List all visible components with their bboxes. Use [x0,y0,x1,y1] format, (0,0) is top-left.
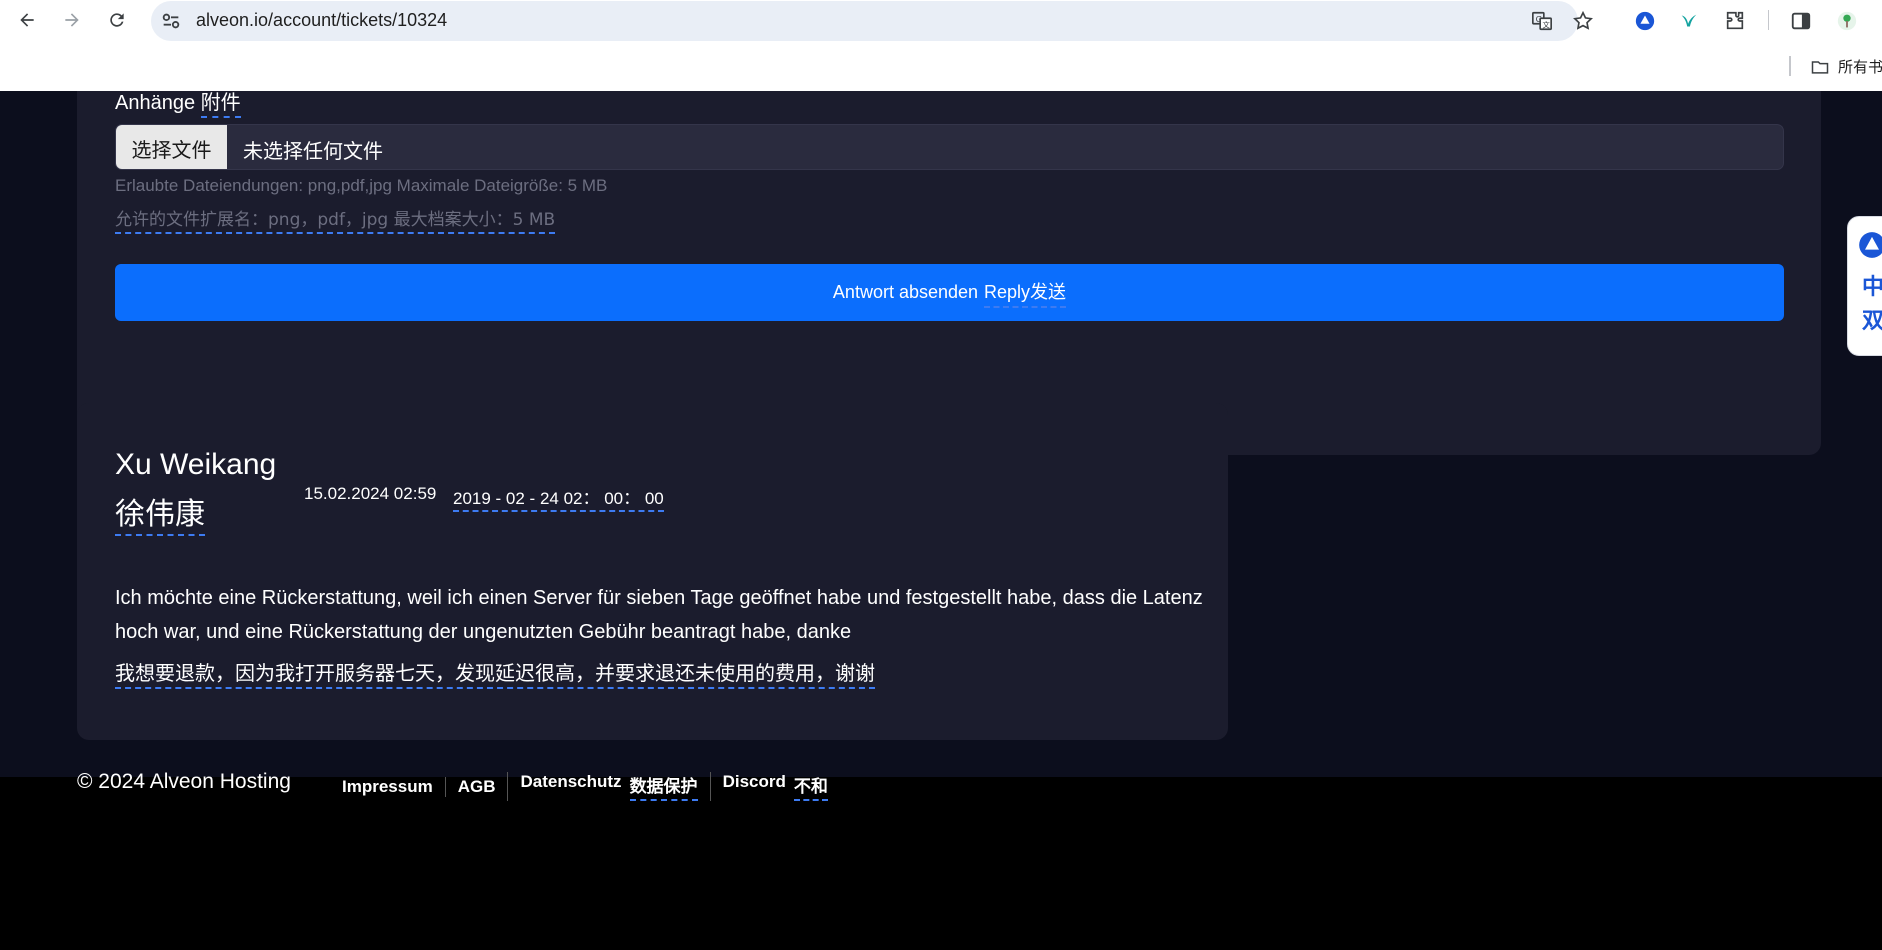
side-panel-icon[interactable] [1788,8,1814,34]
folder-icon [1811,60,1829,74]
file-hint-de: Erlaubte Dateiendungen: png,pdf,jpg Maxi… [115,176,608,195]
bird-extension-icon[interactable] [1676,8,1702,34]
file-status-text: 未选择任何文件 [243,139,383,163]
page-content: Anhänge 附件 选择文件 未选择任何文件 Erlaubte Dateien… [0,91,1882,950]
extension-icon[interactable] [1722,8,1748,34]
forward-arrow-icon[interactable] [55,6,89,34]
extension-logo-icon[interactable] [1632,8,1658,34]
message-date: 15.02.2024 02:59 [304,484,437,503]
submit-label-de: Antwort absenden [832,282,979,302]
toolbar-divider [1768,10,1769,30]
bookmark-divider [1789,56,1791,76]
profile-avatar-icon[interactable] [1834,8,1860,34]
message-date-zh: 2019 - 02 - 24 02： 00： 00 [453,484,664,512]
attachments-label: Anhänge 附件 [115,91,241,118]
translate-logo-icon [1859,232,1882,258]
choose-file-button[interactable]: 选择文件 [116,125,227,169]
translate-sidebar-zh: 中 [1862,275,1882,300]
reload-icon[interactable] [100,6,134,34]
bookmarks-folder-label: 所有书 [1838,58,1882,76]
footer-link-datenschutz[interactable]: Datenschutz 数据保护 [507,772,709,801]
submit-label-zh: Reply发送 [984,278,1067,308]
file-input[interactable]: 选择文件 未选择任何文件 [115,124,1784,170]
site-info-icon[interactable] [160,10,182,32]
translate-sidebar-bilingual: 双 [1862,309,1882,334]
translate-icon[interactable]: G文 [1530,9,1554,33]
star-icon[interactable] [1571,9,1595,33]
translate-sidebar-tab[interactable]: 中 双 [1847,216,1882,356]
message-body: Ich möchte eine Rückerstattung, weil ich… [115,587,1203,643]
browser-chrome: alveon.io/account/tickets/10324 G文 所有书 [0,0,1882,91]
message-author-zh: 徐伟康 [115,489,205,536]
footer-link-agb[interactable]: AGB [444,776,508,797]
footer-links: Impressum AGB Datenschutz 数据保护 Discord 不和 [342,772,840,801]
footer-link-impressum[interactable]: Impressum [342,777,445,797]
url-text[interactable]: alveon.io/account/tickets/10324 [196,10,447,31]
back-arrow-icon[interactable] [10,6,44,34]
bookmarks-folder[interactable]: 所有书 [1810,56,1882,77]
footer [0,777,1882,950]
message-body-zh: 我想要退款，因为我打开服务器七天，发现延迟很高，并要求退还未使用的费用，谢谢 [115,657,875,689]
footer-link-discord[interactable]: Discord 不和 [709,772,840,801]
submit-reply-button[interactable]: Antwort absenden Reply发送 [115,264,1784,321]
message-author: Xu Weikang [115,448,277,481]
svg-text:文: 文 [1542,20,1550,29]
file-hint-zh: 允许的文件扩展名：png，pdf，jpg 最大档案大小：5 MB [115,205,556,234]
footer-copyright: © 2024 Alveon Hosting [77,770,291,793]
